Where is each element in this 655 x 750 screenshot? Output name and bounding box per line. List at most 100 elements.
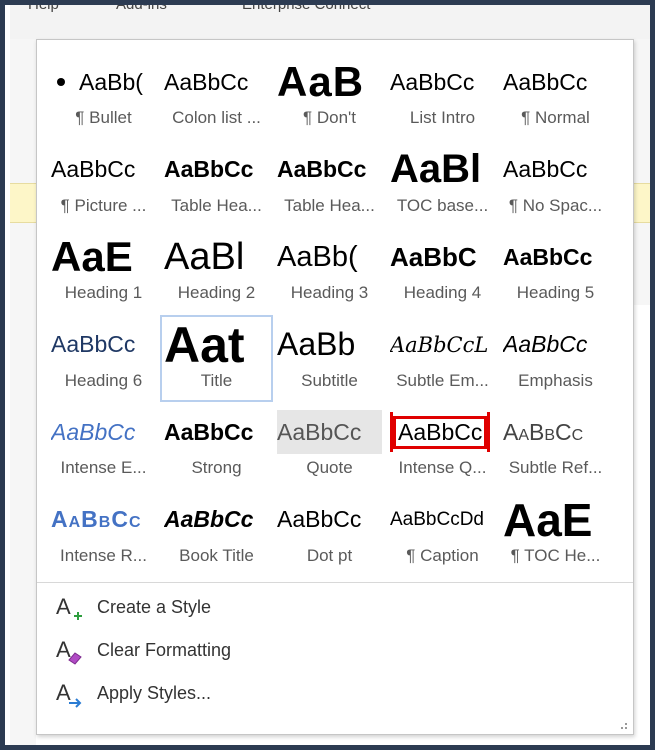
style-tile[interactable]: AaBbCc ¶ No Spac...: [499, 140, 612, 228]
menu-separator: [37, 582, 633, 583]
style-name: Intense Q...: [398, 458, 487, 478]
style-sample-text: AaBbCc: [390, 68, 475, 95]
style-sample: AaBbCcL: [390, 323, 495, 367]
style-name: ¶ No Spac...: [508, 195, 603, 215]
style-sample-text: AaBl: [164, 235, 245, 278]
style-tile[interactable]: AaBl TOC base...: [386, 140, 499, 228]
style-tile[interactable]: AaBbCc Book Title: [160, 490, 273, 578]
style-name: Emphasis: [518, 370, 593, 390]
style-name: Colon list ...: [172, 108, 261, 127]
style-tile[interactable]: AaB ¶ Don't: [273, 52, 386, 140]
style-sample: AaBbCc: [51, 148, 156, 192]
style-sample: AaBbCc: [503, 235, 608, 279]
style-name: Strong: [191, 458, 242, 478]
style-tile[interactable]: AaBbC Heading 4: [386, 227, 499, 315]
style-tile[interactable]: Aat Title: [160, 314, 273, 403]
apply-styles-command[interactable]: A Apply Styles...: [37, 676, 457, 712]
style-tile[interactable]: AaBbCc Heading 6: [47, 315, 160, 403]
style-sample: Aat: [164, 323, 269, 367]
style-name: Table Hea...: [171, 195, 262, 215]
style-name: Heading 6: [64, 370, 143, 390]
style-sample-text: AaBbCc: [277, 418, 362, 445]
style-tile[interactable]: AaBbCc Table Hea...: [273, 140, 386, 228]
style-sample: AaBbC: [390, 235, 495, 279]
style-sample-text: AaBbCc: [277, 506, 362, 533]
style-tile[interactable]: AaBbCc Quote: [273, 402, 386, 490]
style-tile[interactable]: AaE ¶ TOC He...: [499, 490, 612, 578]
style-sample-text: AaBbC: [390, 241, 477, 272]
style-name: ¶ Don't: [302, 108, 356, 127]
style-sample-text: AaBbCc: [503, 243, 593, 270]
style-sample: AaBbCc: [390, 410, 495, 454]
style-sample-text: AaE: [51, 235, 133, 280]
style-tile[interactable]: AaBbCc Heading 5: [499, 227, 612, 315]
style-name: Intense E...: [60, 458, 147, 478]
style-tile[interactable]: AaBbCc List Intro: [386, 52, 499, 140]
style-tile[interactable]: AaBbCc Dot pt: [273, 490, 386, 578]
style-sample: AaBbCc: [503, 410, 608, 454]
apply-styles-icon: A: [55, 676, 85, 712]
style-sample: AaE: [51, 235, 156, 279]
create-style-command[interactable]: A Create a Style: [37, 590, 457, 626]
style-tile[interactable]: AaBbCc Intense Q...: [386, 402, 499, 490]
style-name: Quote: [306, 458, 353, 478]
style-name: Table Hea...: [284, 195, 375, 215]
style-sample-text: AaBbCc: [164, 506, 254, 533]
styles-dropdown-panel: AaBb(¶ Bullet AaBbCc Colon list ... AaB ¶ Do…: [36, 39, 634, 735]
style-tile[interactable]: AaBbCc Colon list ...: [160, 52, 273, 140]
style-tile[interactable]: AaBbCc Strong: [160, 402, 273, 490]
style-sample: AaBbCc: [277, 148, 382, 192]
style-tile[interactable]: AaBb Subtitle: [273, 315, 386, 403]
bullet-icon: [57, 78, 65, 86]
style-tile[interactable]: AaBbCc Table Hea...: [160, 140, 273, 228]
style-name: Heading 5: [516, 283, 595, 303]
style-sample: AaBbCc: [164, 410, 269, 454]
style-sample: AaBbCc: [503, 323, 608, 367]
style-name: Subtle Em...: [396, 370, 489, 390]
background-document-page: [632, 305, 650, 745]
style-sample-text: AaBb: [277, 326, 356, 363]
menu-help[interactable]: Help: [28, 5, 59, 13]
style-sample: AaBb(: [51, 60, 156, 104]
style-name: Subtitle: [301, 370, 358, 390]
style-tile[interactable]: AaBbCc Emphasis: [499, 315, 612, 403]
style-name: Heading 4: [403, 283, 482, 303]
style-tile[interactable]: AaBbCc Intense R...: [47, 490, 160, 578]
style-sample: AaBbCc: [51, 410, 156, 454]
style-sample: AaBbCc: [503, 60, 608, 104]
style-sample-text: AaE: [503, 497, 593, 542]
style-sample: AaBbCc: [51, 498, 156, 542]
style-tile[interactable]: AaBbCc ¶ Picture ...: [47, 140, 160, 228]
style-sample: AaBbCc: [164, 148, 269, 192]
style-tile[interactable]: AaBl Heading 2: [160, 227, 273, 315]
menu-enterprise-connect[interactable]: Enterprise Connect: [242, 5, 370, 13]
style-tile[interactable]: AaBbCc ¶ Normal: [499, 52, 612, 140]
style-name: Heading 3: [290, 283, 369, 303]
menu-add-ins[interactable]: Add-ins: [116, 5, 167, 13]
style-sample-text: AaBbCc: [393, 415, 488, 449]
style-sample: AaBbCcDd: [390, 498, 495, 542]
style-name: Title: [200, 370, 233, 390]
style-tile[interactable]: AaBbCc Subtle Ref...: [499, 402, 612, 490]
style-tile[interactable]: AaBbCc Intense E...: [47, 402, 160, 490]
style-sample: AaBbCc: [164, 60, 269, 104]
clear-formatting-command[interactable]: A Clear Formatting: [37, 633, 457, 669]
style-name: ¶ Normal: [521, 108, 590, 127]
style-tile[interactable]: AaBbCcL Subtle Em...: [386, 315, 499, 403]
screenshot-frame: Help Add-ins Enterprise Connect AaBb(¶ B…: [0, 0, 655, 750]
style-tile[interactable]: AaE Heading 1: [47, 227, 160, 315]
style-tile[interactable]: AaBbCcDd ¶ Caption: [386, 490, 499, 578]
style-sample-text: Aat: [164, 322, 245, 367]
style-sample-text: AaBbCc: [503, 156, 588, 183]
style-sample-text: AaBbCc: [51, 331, 136, 358]
resize-grip-icon[interactable]: [617, 718, 629, 730]
style-sample-text: AaBl: [390, 147, 482, 192]
style-sample: AaBl: [164, 235, 269, 279]
style-sample: AaBbCc: [277, 410, 382, 455]
style-sample: AaBbCc: [164, 498, 269, 542]
style-sample: AaBl: [390, 148, 495, 192]
style-sample-text: AaBb(: [79, 68, 143, 95]
style-tile[interactable]: AaBb(¶ Bullet: [47, 52, 160, 140]
style-tile[interactable]: AaBb(Heading 3: [273, 227, 386, 315]
create-style-label: Create a Style: [97, 597, 212, 617]
